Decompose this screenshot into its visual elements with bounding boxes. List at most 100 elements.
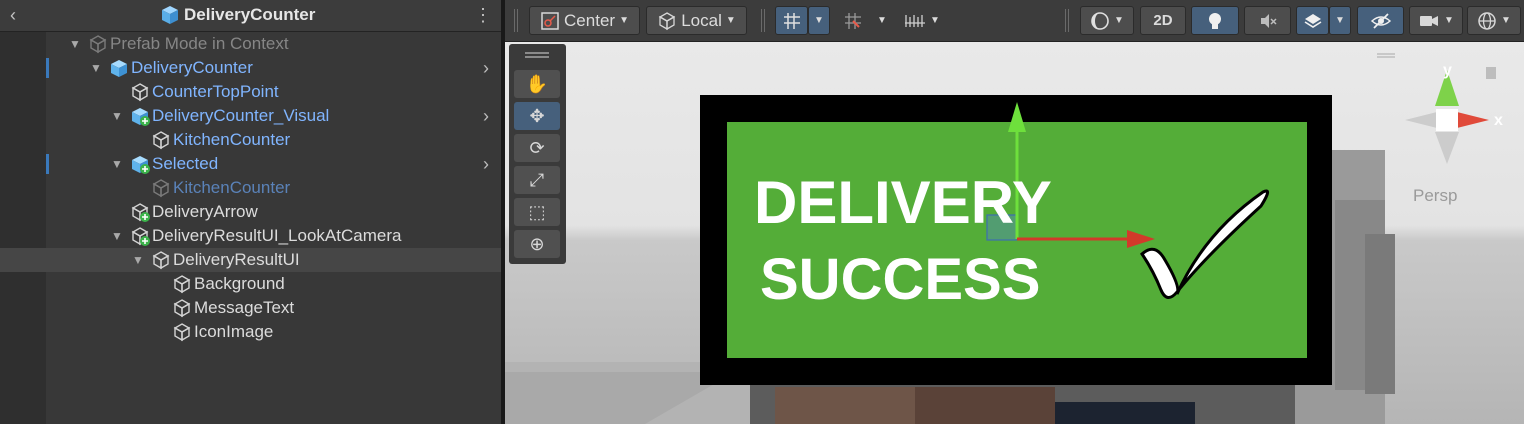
hierarchy-row[interactable]: MessageText — [0, 296, 501, 320]
rect-tool[interactable]: ⬚ — [514, 198, 560, 226]
speaker-muted-icon — [1260, 13, 1277, 28]
foldout-arrow-icon[interactable]: ▼ — [111, 229, 123, 243]
globe-icon — [1478, 11, 1496, 30]
prefab-title-label: DeliveryCounter — [184, 5, 316, 24]
hierarchy-row[interactable]: IconImage — [0, 320, 501, 344]
hierarchy-row[interactable]: ▼ Prefab Mode in Context — [0, 32, 501, 56]
shaded-sphere-icon — [1091, 11, 1109, 30]
2d-toggle[interactable]: 2D — [1140, 6, 1186, 35]
hierarchy-row-label: CounterTopPoint — [152, 82, 279, 101]
hierarchy-row[interactable]: ▼ DeliveryResultUI_LookAtCamera — [0, 224, 501, 248]
hierarchy-row-label: DeliveryCounter_Visual — [152, 106, 330, 125]
more-options-icon[interactable]: ⋮ — [474, 4, 492, 26]
cube-outline-icon — [173, 323, 191, 342]
camera-icon — [1420, 15, 1439, 26]
orientation-gizmo[interactable] — [1377, 53, 1496, 164]
increment-snap-dropdown[interactable]: ▼ — [871, 6, 893, 35]
hierarchy-panel: ‹ DeliveryCounter ⋮ ▼ Prefab Mode in Cont… — [0, 0, 501, 424]
transform-tool[interactable]: ⊕ — [514, 230, 560, 258]
visibility-toggle[interactable] — [1357, 6, 1404, 35]
chevron-right-icon[interactable]: › — [483, 58, 489, 78]
draw-mode-dropdown[interactable]: ▼ — [1080, 6, 1134, 35]
hierarchy-row-label: Selected — [152, 154, 219, 173]
hierarchy-row-label: IconImage — [194, 322, 274, 341]
space-dropdown[interactable]: Local ▼ — [646, 6, 747, 35]
pivot-dropdown[interactable]: Center ▼ — [529, 6, 640, 35]
camera-dropdown[interactable]: ▼ — [1409, 6, 1463, 35]
chevron-right-icon[interactable]: › — [483, 154, 489, 174]
cube-gray-icon — [152, 179, 170, 198]
hierarchy-row[interactable]: CounterTopPoint — [0, 80, 501, 104]
hierarchy-row-label: DeliveryArrow — [152, 202, 258, 221]
chevron-down-icon: ▼ — [619, 15, 629, 26]
move-arrows-icon: ✥ — [529, 105, 545, 126]
ruler-dropdown[interactable]: ▼ — [896, 6, 948, 35]
cube-added-icon — [132, 156, 150, 174]
chevron-right-icon[interactable]: › — [483, 106, 489, 126]
hierarchy-row[interactable]: ▼ DeliveryResultUI — [0, 248, 501, 272]
scale-icon: ⤢ — [529, 169, 545, 190]
cube-outline-icon — [152, 131, 170, 150]
hierarchy-row[interactable]: Background — [0, 272, 501, 296]
chevron-down-icon: ▼ — [814, 15, 824, 26]
grid-snap-dropdown[interactable]: ▼ — [808, 6, 830, 35]
chevron-down-icon: ▼ — [725, 15, 736, 26]
hierarchy-row-label: DeliveryResultUI_LookAtCamera — [152, 226, 402, 245]
sign-line1: DELIVERY — [754, 169, 1052, 236]
effects-dropdown[interactable]: ▼ — [1329, 6, 1351, 35]
back-arrow-icon[interactable]: ‹ — [4, 4, 22, 26]
hand-tool[interactable]: ✋ — [514, 70, 560, 98]
grid-snap-toggle[interactable] — [775, 6, 808, 35]
cube-outline-icon — [152, 251, 170, 270]
hierarchy-row-label: DeliveryResultUI — [173, 250, 300, 269]
gizmo-y-label: y — [1443, 62, 1452, 79]
prefab-cube-icon — [162, 6, 178, 24]
cube-outline-added-icon — [131, 227, 150, 246]
hierarchy-row-label: MessageText — [194, 298, 295, 317]
cube-outline-icon — [131, 83, 149, 102]
foldout-arrow-icon[interactable]: ▼ — [90, 61, 102, 75]
tools-grip[interactable] — [525, 52, 549, 58]
chevron-down-icon: ▼ — [1335, 15, 1345, 26]
foldout-arrow-icon[interactable]: ▼ — [132, 253, 144, 267]
lightbulb-icon — [1209, 12, 1221, 29]
toolbar-grip[interactable] — [514, 9, 518, 32]
chevron-down-icon: ▼ — [1444, 15, 1454, 26]
toolbar-grip[interactable] — [761, 9, 765, 32]
hierarchy-row[interactable]: DeliveryArrow — [0, 200, 501, 224]
hierarchy-row[interactable]: ▼ DeliveryCounter › — [0, 56, 501, 80]
toolbar-grip[interactable] — [1065, 9, 1069, 32]
cube-added-icon — [132, 108, 150, 126]
chevron-down-icon: ▼ — [930, 15, 940, 26]
hierarchy-row-label: Prefab Mode in Context — [110, 34, 289, 53]
scene-toolbar: Center ▼ Local ▼ ▼ ▼ ▼ ▼ 2D ▼ ▼ ▼ — [505, 0, 1524, 42]
foldout-arrow-icon[interactable]: ▼ — [111, 109, 123, 123]
audio-toggle[interactable] — [1244, 6, 1291, 35]
hierarchy-row-label: DeliveryCounter — [131, 58, 253, 77]
2d-label: 2D — [1153, 12, 1173, 29]
move-tool[interactable]: ✥ — [514, 102, 560, 130]
increment-snap-toggle[interactable] — [836, 6, 869, 35]
chevron-down-icon: ▼ — [877, 15, 887, 26]
eye-hidden-icon — [1370, 12, 1391, 29]
gizmos-dropdown[interactable]: ▼ — [1467, 6, 1521, 35]
hierarchy-row[interactable]: KitchenCounter — [0, 176, 501, 200]
prefab-title: DeliveryCounter — [160, 4, 315, 26]
effects-toggle[interactable] — [1296, 6, 1329, 35]
chevron-down-icon: ▼ — [1114, 15, 1124, 26]
rotate-tool[interactable]: ⟳ — [514, 134, 560, 162]
hierarchy-row-label: KitchenCounter — [173, 130, 291, 149]
scene-viewport[interactable]: DELIVERY SUCCESS y x Persp — [505, 42, 1524, 424]
chevron-down-icon: ▼ — [1501, 15, 1511, 26]
layers-icon — [1304, 13, 1321, 28]
gizmo-x-label: x — [1494, 112, 1503, 129]
hierarchy-row[interactable]: KitchenCounter — [0, 128, 501, 152]
hierarchy-row[interactable]: ▼ DeliveryCounter_Visual › — [0, 104, 501, 128]
cube-outline-icon — [173, 275, 191, 294]
hierarchy-row[interactable]: ▼ Selected › — [0, 152, 501, 176]
scale-tool[interactable]: ⤢ — [514, 166, 560, 194]
foldout-arrow-icon[interactable]: ▼ — [111, 157, 123, 171]
pivot-label: Center — [564, 10, 616, 30]
lighting-toggle[interactable] — [1191, 6, 1239, 35]
foldout-arrow-icon[interactable]: ▼ — [69, 37, 81, 51]
